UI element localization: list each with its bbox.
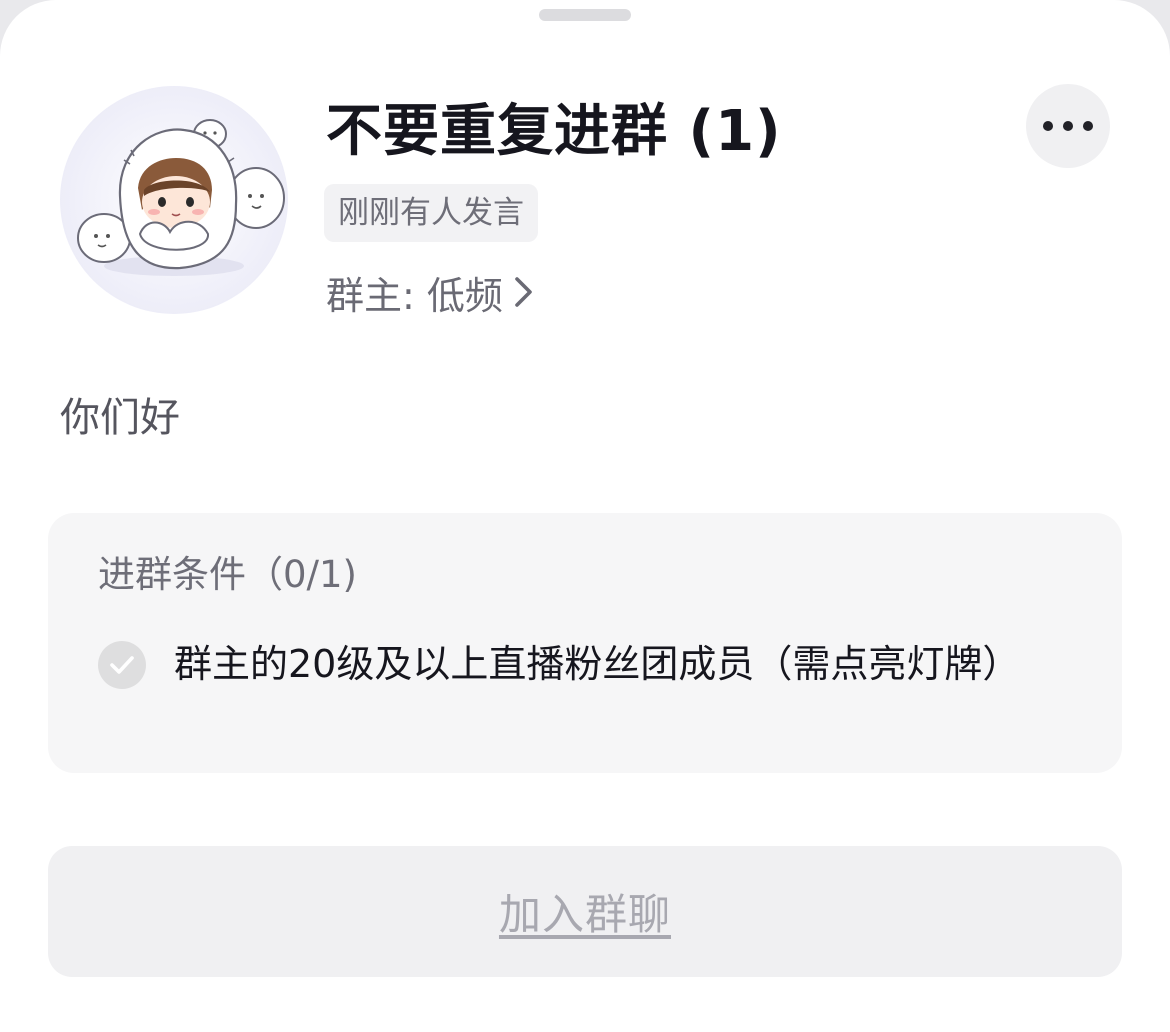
group-intro-text: 你们好 bbox=[60, 395, 180, 441]
sheet-drag-handle[interactable] bbox=[539, 9, 631, 21]
join-conditions-card: 进群条件（0/1) 群主的20级及以上直播粉丝团成员（需点亮灯牌） bbox=[48, 513, 1122, 773]
avatar-illustration bbox=[77, 119, 285, 276]
group-title: 不要重复进群 (1) bbox=[326, 99, 782, 164]
activity-status-badge: 刚刚有人发言 bbox=[324, 184, 538, 242]
group-info-sheet: 不要重复进群 (1) 刚刚有人发言 群主: 低频 你们好 进群条件（0/1) 群… bbox=[0, 0, 1170, 1032]
condition-text: 群主的20级及以上直播粉丝团成员（需点亮灯牌） bbox=[174, 642, 1021, 686]
condition-item: 群主的20级及以上直播粉丝团成员（需点亮灯牌） bbox=[98, 639, 1058, 689]
group-owner-link[interactable]: 群主: 低频 bbox=[326, 266, 535, 318]
join-group-button[interactable]: 加入群聊 bbox=[48, 846, 1122, 977]
join-group-button-label: 加入群聊 bbox=[498, 890, 671, 939]
more-options-button[interactable] bbox=[1026, 84, 1110, 168]
more-horizontal-icon bbox=[1043, 121, 1093, 131]
join-conditions-title: 进群条件（0/1) bbox=[98, 553, 357, 596]
check-circle-icon bbox=[98, 641, 146, 689]
group-avatar bbox=[60, 86, 288, 314]
group-owner-label: 群主: 低频 bbox=[326, 273, 503, 318]
chevron-right-icon bbox=[513, 275, 535, 309]
